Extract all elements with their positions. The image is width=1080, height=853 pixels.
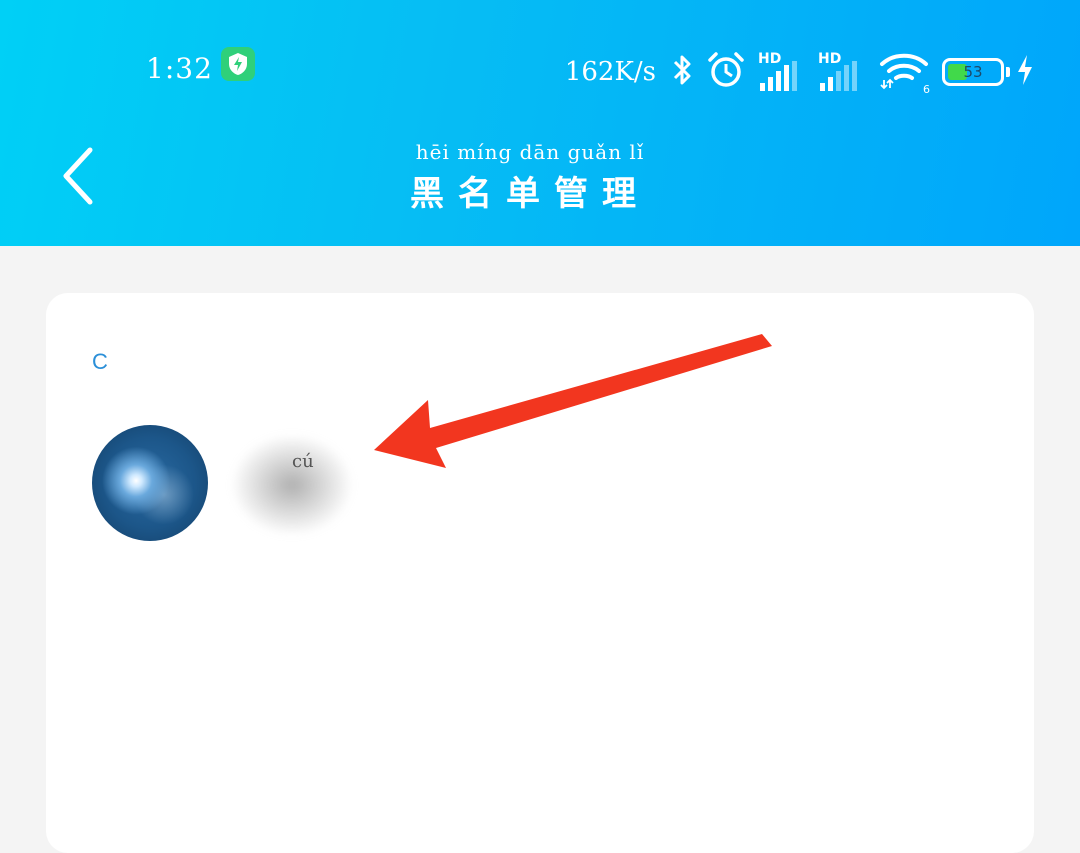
battery-percent: 53 xyxy=(963,63,983,81)
wifi-sub-label: 6 xyxy=(923,83,930,96)
status-bar-left: 1:32 xyxy=(146,46,255,85)
page-title-block: hēi míng dān guǎn lǐ 黑名单管理 xyxy=(0,140,1080,215)
battery-icon: 53 xyxy=(942,58,1010,86)
section-index-letter: C xyxy=(92,349,108,374)
page-title-pinyin: hēi míng dān guǎn lǐ xyxy=(415,140,645,164)
wifi-icon: 6 xyxy=(878,50,930,96)
shield-bolt-icon xyxy=(220,46,255,81)
alarm-icon xyxy=(706,51,746,93)
status-bar-right: 162K/s HD HD 6 53 xyxy=(564,50,1034,96)
contact-name: cú xyxy=(292,451,314,472)
contact-row[interactable]: cú xyxy=(92,425,992,541)
bluetooth-icon xyxy=(670,52,694,92)
signal-hd-icon: HD xyxy=(818,51,866,91)
blacklist-card: C cú xyxy=(46,293,1034,853)
page-title: 黑名单管理 xyxy=(410,174,650,214)
charging-icon xyxy=(1016,54,1034,90)
network-speed: 162K/s xyxy=(564,57,656,87)
blurred-name-redaction xyxy=(232,435,352,535)
signal-hd-icon: HD xyxy=(758,51,806,91)
status-time: 1:32 xyxy=(146,52,213,85)
avatar xyxy=(92,425,208,541)
app-header: 1:32 162K/s HD HD 6 53 hēi míng dān guǎn… xyxy=(0,0,1080,246)
